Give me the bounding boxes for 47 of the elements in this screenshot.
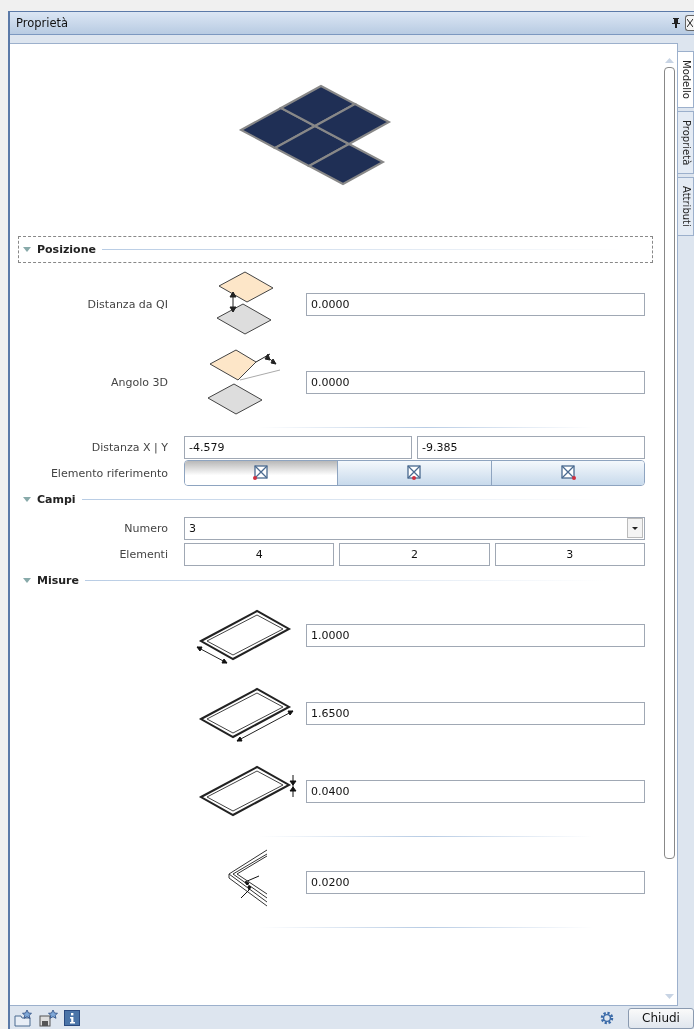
reference-point-button[interactable] xyxy=(337,461,491,485)
reference-point-selector[interactable] xyxy=(184,460,645,486)
close-button[interactable] xyxy=(685,15,694,31)
field-label: Distanza da QI xyxy=(87,297,168,311)
section-header[interactable]: Campi xyxy=(18,486,653,513)
open-folder-star-icon[interactable] xyxy=(14,1009,34,1027)
coordinate-field[interactable]: -4.579 xyxy=(184,435,412,459)
element-count-button[interactable]: 3 xyxy=(494,542,645,566)
side-tab[interactable]: Attributi xyxy=(678,177,694,236)
element-count-button[interactable]: 2 xyxy=(339,542,490,566)
value-field[interactable]: 0.0000 xyxy=(306,370,645,394)
value-field[interactable]: 0.0000 xyxy=(306,292,645,316)
section-title: Campi xyxy=(37,493,76,506)
coordinate-field[interactable]: -9.385 xyxy=(417,435,645,459)
side-tab[interactable]: Modello xyxy=(678,51,694,108)
reference-point-icon xyxy=(559,465,576,481)
reference-point-button[interactable] xyxy=(490,461,644,485)
value-field[interactable]: 1.6500 xyxy=(306,701,645,725)
save-star-icon[interactable] xyxy=(39,1009,59,1027)
reference-point-icon xyxy=(253,465,270,481)
field-label: Distanza X | Y xyxy=(91,440,168,454)
reference-point-icon xyxy=(406,465,423,481)
count-dropdown[interactable]: 3 xyxy=(184,516,645,540)
section-title: Posizione xyxy=(37,243,96,256)
reference-point-button[interactable] xyxy=(185,461,338,485)
close-button[interactable]: Chiudi xyxy=(628,1007,694,1029)
info-icon[interactable] xyxy=(64,1010,80,1026)
scrollbar-thumb[interactable] xyxy=(663,67,675,859)
section-header[interactable]: Posizione xyxy=(18,236,653,263)
value-field[interactable]: 0.0200 xyxy=(306,870,645,894)
dropdown-caret-icon[interactable] xyxy=(627,518,643,538)
value-field[interactable]: 1.0000 xyxy=(306,623,645,647)
collapse-caret-icon[interactable] xyxy=(23,496,31,503)
field-label: Elemento riferimento xyxy=(50,466,168,480)
section-header[interactable]: Misure xyxy=(18,567,653,594)
value-field[interactable]: 0.0400 xyxy=(306,779,645,803)
side-tab[interactable]: Proprietà xyxy=(678,110,694,175)
collapse-caret-icon[interactable] xyxy=(23,577,31,584)
section-title: Misure xyxy=(37,574,79,587)
pin-icon[interactable] xyxy=(672,18,680,28)
settings-icon[interactable] xyxy=(599,1010,615,1026)
window-title: Proprietà xyxy=(16,16,69,30)
element-count-button[interactable]: 4 xyxy=(184,542,335,566)
field-label: Numero xyxy=(124,521,168,535)
collapse-caret-icon[interactable] xyxy=(23,246,31,253)
field-label: Elementi xyxy=(119,547,168,561)
field-label: Angolo 3D xyxy=(111,375,168,389)
